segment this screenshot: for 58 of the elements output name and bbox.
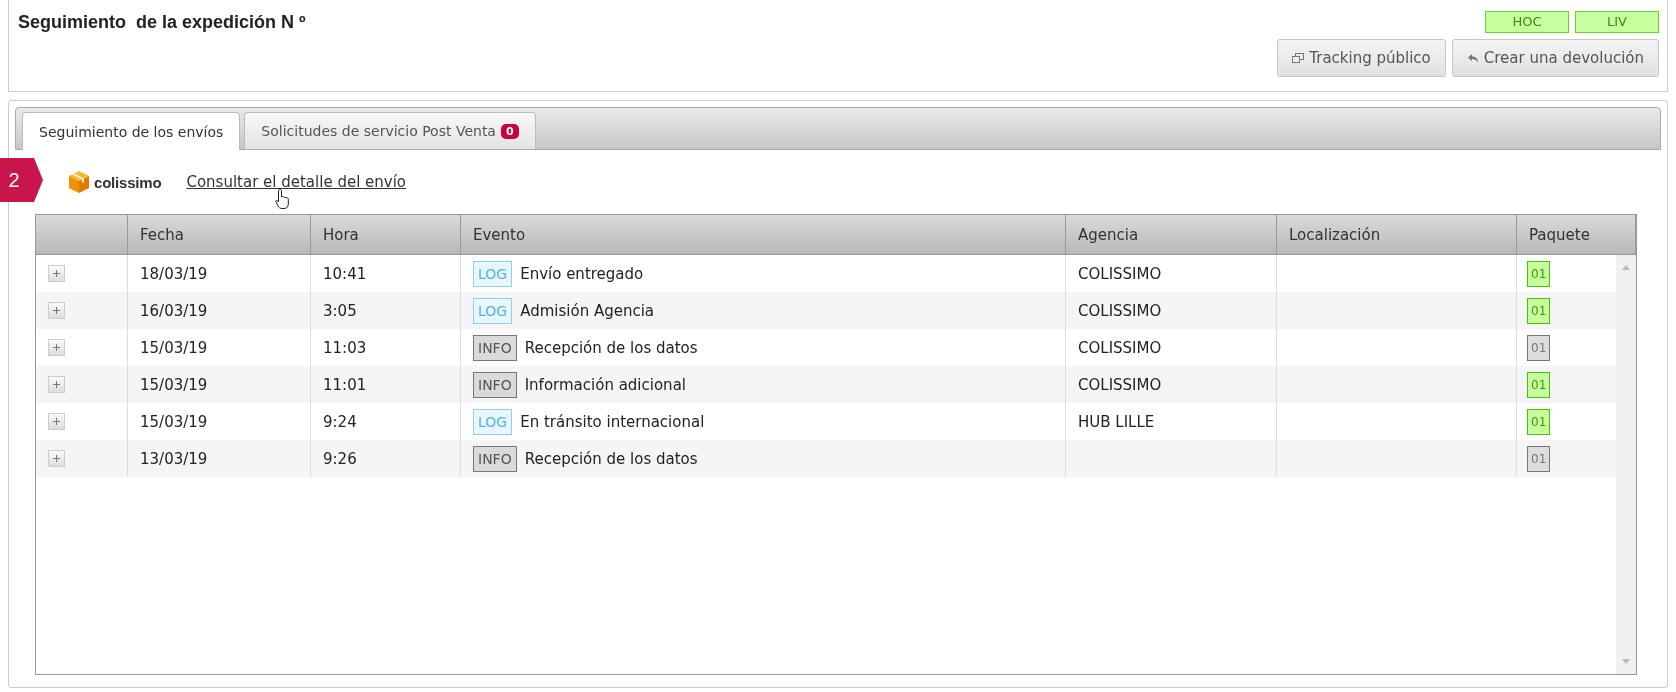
event-tag: LOG (473, 260, 513, 287)
hand-cursor-icon (275, 188, 291, 210)
return-button[interactable]: Crear una devolución (1451, 39, 1659, 77)
cube-icon (68, 170, 90, 194)
column-header: Agencia (1066, 215, 1277, 254)
event-tag: LOG (473, 408, 513, 435)
page-title: Seguimiento de la expedición N º (18, 12, 306, 34)
table-cell: Recepción de los datos (524, 338, 698, 357)
event-tag: INFO (473, 371, 517, 398)
package-tag: 01 (1527, 297, 1551, 324)
status-tag: HOC (1485, 11, 1569, 33)
plus-icon (53, 381, 60, 388)
table-cell: COLISSIMO (1078, 264, 1162, 283)
expand-button[interactable] (48, 450, 65, 467)
table-cell: HUB LILLE (1078, 412, 1155, 431)
plus-icon (53, 307, 60, 314)
table-cell: Admisión Agencia (520, 301, 655, 320)
table-cell: COLISSIMO (1078, 375, 1162, 394)
expand-button[interactable] (48, 413, 65, 430)
expand-button[interactable] (48, 339, 65, 356)
tab[interactable]: Solicitudes de servicio Post Venta 0 (244, 112, 536, 149)
table-cell: En tránsito internacional (520, 412, 705, 431)
table-cell: COLISSIMO (1078, 301, 1162, 320)
table-cell: Recepción de los datos (524, 449, 698, 468)
package-tag: 01 (1527, 371, 1551, 398)
carrier-logo: colissimo (94, 173, 162, 191)
event-tag: INFO (473, 445, 517, 472)
event-tag: INFO (473, 334, 517, 361)
column-header: Paquete (1517, 215, 1636, 254)
detail-link[interactable]: Consultar el detalle del envío (186, 173, 407, 191)
plus-icon (53, 455, 60, 462)
table-cell: 13/03/19 (128, 440, 311, 477)
event-tag: LOG (473, 297, 513, 324)
tab[interactable]: Seguimiento de los envíos (22, 112, 241, 150)
table-cell: 9:26 (311, 440, 461, 477)
plus-icon (53, 270, 60, 277)
package-tag: 01 (1527, 445, 1551, 472)
column-header: Evento (461, 215, 1066, 254)
window-icon (1292, 52, 1305, 64)
expand-button[interactable] (48, 265, 65, 282)
count-badge: 0 (500, 123, 519, 139)
undo-icon (1466, 52, 1479, 64)
package-tag: 01 (1527, 408, 1551, 435)
table-cell: Información adicional (524, 375, 686, 394)
plus-icon (53, 344, 60, 351)
tracking-button[interactable]: Tracking público (1277, 39, 1446, 77)
package-tag: 01 (1527, 334, 1551, 361)
column-header: Localización (1277, 215, 1517, 254)
package-tag: 01 (1527, 260, 1551, 287)
step-marker: 2 (0, 158, 43, 202)
expand-button[interactable] (48, 302, 65, 319)
expand-button[interactable] (48, 376, 65, 393)
plus-icon (53, 418, 60, 425)
status-tag: LIV (1575, 11, 1659, 33)
column-header: Fecha (128, 215, 311, 254)
table-cell: Envío entregado (520, 264, 644, 283)
table-cell: COLISSIMO (1078, 338, 1162, 357)
column-header: Hora (311, 215, 461, 254)
